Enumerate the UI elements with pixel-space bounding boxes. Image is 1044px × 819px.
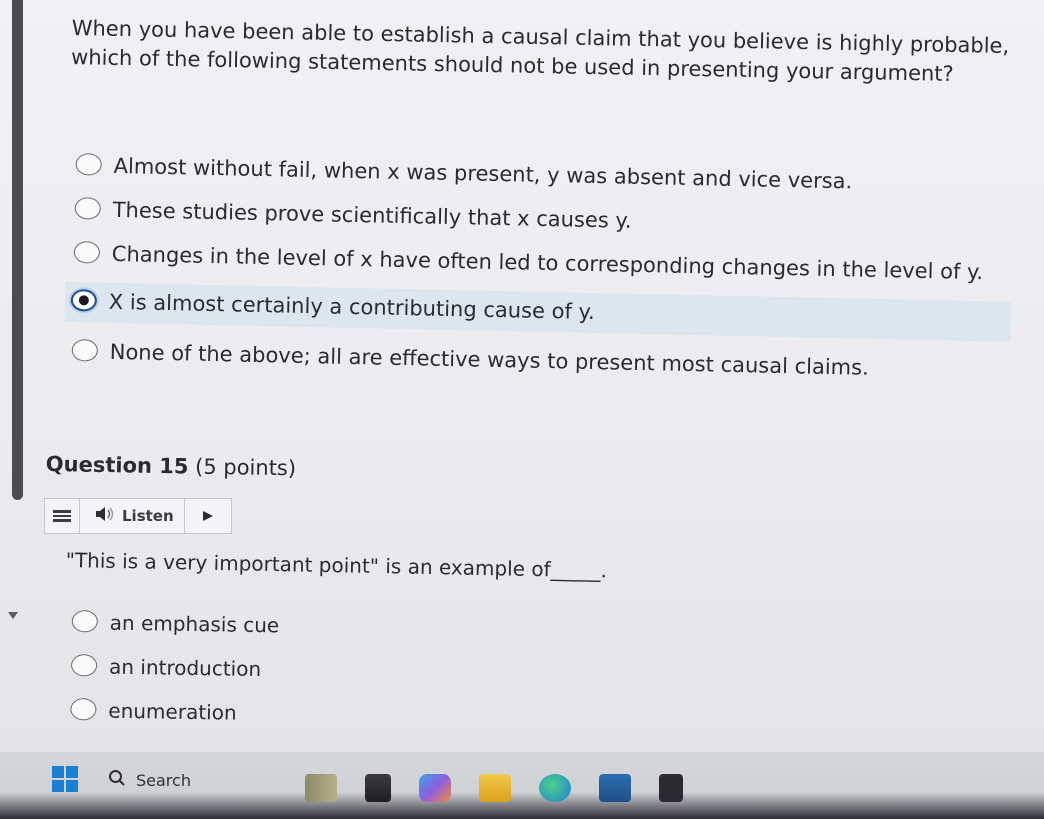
question-14-option-3[interactable]: Changes in the level of x have often led… [68,238,1018,288]
readspeaker-bar: Listen [44,498,232,534]
option-label: X is almost certainly a contributing cau… [108,289,595,325]
radio-button-checked[interactable] [70,289,98,312]
question-15-option-1[interactable]: an emphasis cue [66,608,280,639]
option-label: These studies prove scientifically that … [112,197,632,233]
dropbox-icon[interactable] [659,774,683,802]
question-points: (5 points) [194,454,297,481]
question-14-option-4-selected[interactable]: X is almost certainly a contributing cau… [64,281,1012,342]
menu-icon[interactable] [45,499,80,533]
quiz-page: When you have been able to establish a c… [0,0,1044,752]
listen-label: Listen [122,507,174,525]
windows-taskbar: Search [0,752,1044,819]
taskbar-search[interactable]: Search [96,762,286,798]
radio-button[interactable] [70,698,97,721]
search-label: Search [136,770,191,790]
play-button[interactable] [185,499,231,533]
file-explorer-icon[interactable] [479,774,511,802]
option-label: None of the above; all are effective way… [109,339,870,380]
option-label: an emphasis cue [109,610,280,638]
option-label: Almost without fail, when x was present,… [113,153,853,194]
play-icon [202,507,214,526]
question-15-option-2[interactable]: an introduction [65,652,279,683]
option-label: Changes in the level of x have often led… [111,241,984,285]
store-icon[interactable] [599,774,631,802]
question-15-header: Question 15 (5 points) [46,452,297,480]
windows-start-icon[interactable] [52,766,78,792]
copilot-icon[interactable] [419,774,451,802]
radio-button[interactable] [71,610,98,633]
radio-button[interactable] [74,197,102,220]
radio-button[interactable] [71,339,99,362]
question-14-prompt: When you have been able to establish a c… [70,15,1010,86]
news-widget-icon[interactable] [305,774,337,802]
question-number: Question 15 [45,452,189,479]
task-view-icon[interactable] [365,774,391,802]
question-15-prompt: "This is a very important point" is an e… [65,548,608,583]
edge-icon[interactable] [539,774,571,802]
left-scroll-rail [12,0,23,500]
question-15-option-3[interactable]: enumeration [64,696,278,727]
speaker-icon [94,506,116,526]
question-15-options: an emphasis cue an introduction enumerat… [64,608,279,743]
option-label: an introduction [108,654,262,682]
search-icon [108,769,126,791]
radio-button[interactable] [73,241,101,264]
question-14-options: Almost without fail, when x was present,… [64,150,1020,400]
listen-button[interactable]: Listen [80,499,185,533]
question-14-option-1[interactable]: Almost without fail, when x was present,… [69,150,1019,200]
question-14-option-5[interactable]: None of the above; all are effective way… [65,336,1015,386]
radio-button[interactable] [70,654,98,677]
option-label: enumeration [108,698,237,725]
radio-button[interactable] [75,153,102,176]
taskbar-apps [305,774,711,802]
collapse-arrow-icon[interactable] [8,612,18,619]
question-14-option-2[interactable]: These studies prove scientifically that … [68,194,1018,244]
